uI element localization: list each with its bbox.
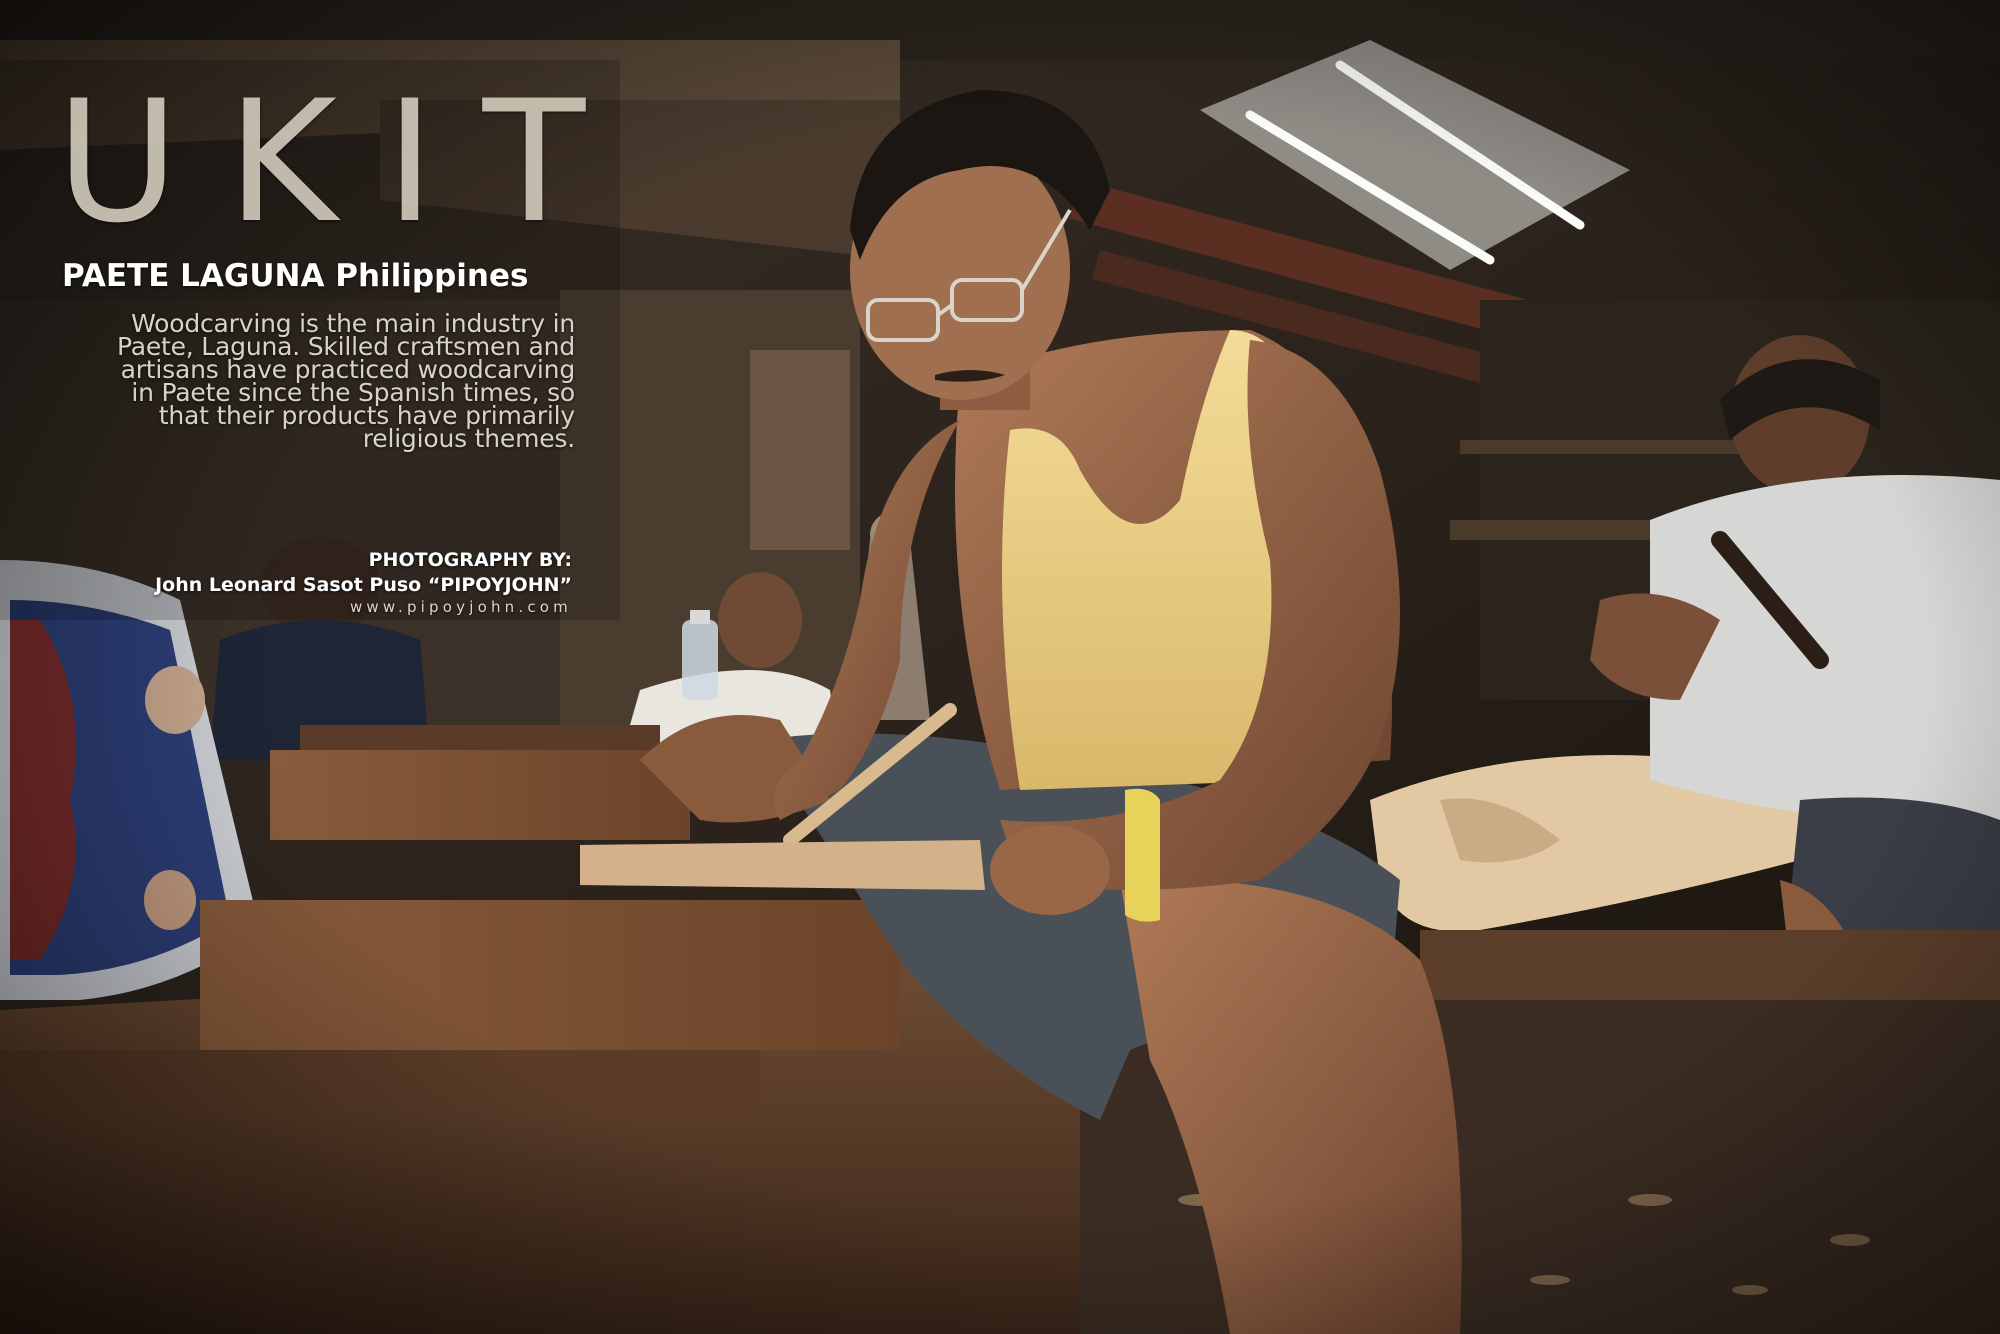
description-text: Woodcarving is the main industry in Paet… — [116, 309, 575, 453]
photo-credit-heading: PHOTOGRAPHY BY: — [368, 549, 572, 571]
location-subtitle: PAETE LAGUNA Philippines — [62, 258, 529, 294]
photographer-website: www.pipoyjohn.com — [349, 598, 572, 616]
photographer-name: John Leonard Sasot Puso “PIPOYJOHN” — [155, 574, 572, 596]
page-title: UKIT — [56, 64, 634, 260]
